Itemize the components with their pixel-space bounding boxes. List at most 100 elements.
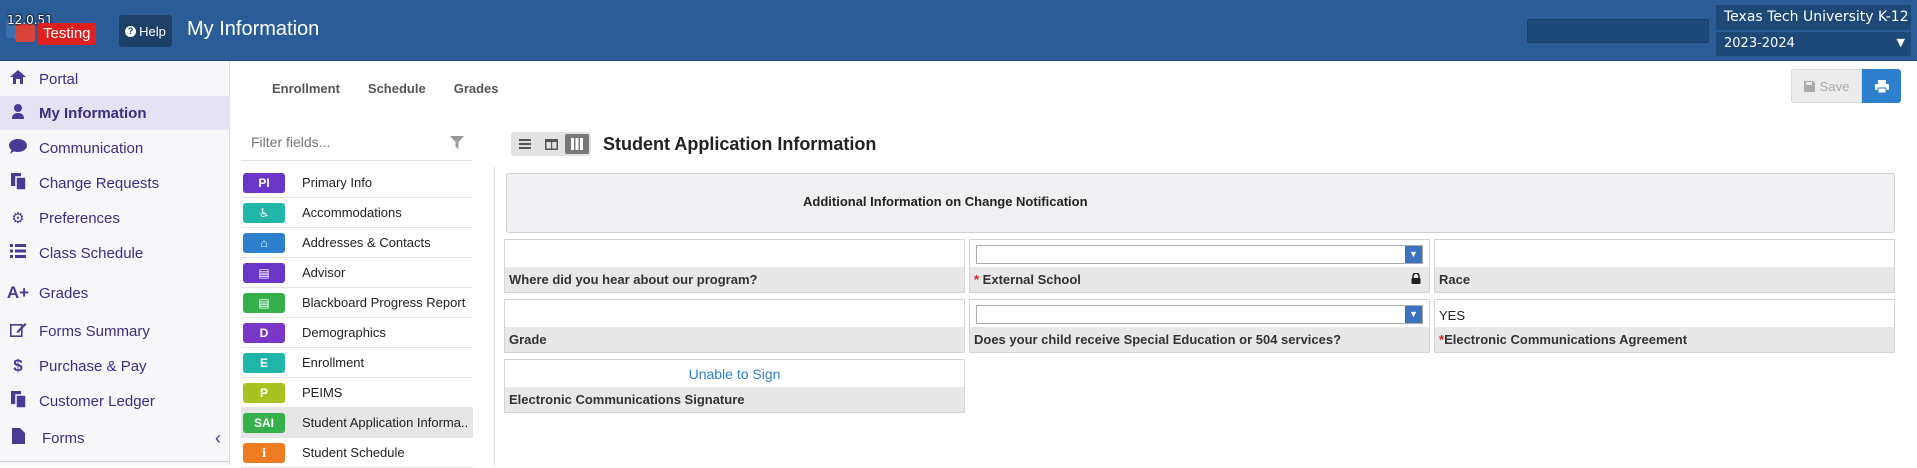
sidebar-item-customer-ledger[interactable]: Customer Ledger [0,384,230,418]
user-icon [6,103,30,123]
sidebar-item-portal[interactable]: Portal [0,62,230,96]
list-item[interactable]: PI Primary Info [241,168,473,198]
field-name: Demographics [302,325,386,340]
question-icon: ? [125,25,137,37]
school-year-value: 2023-2024 [1724,36,1795,51]
view-list-button[interactable] [513,134,537,154]
columns-icon [544,138,558,150]
floppy-icon [1803,80,1815,92]
list-item[interactable]: ▤ Blackboard Progress Report [241,288,473,318]
school-year-selector[interactable]: 2023-2024 ▼ [1716,32,1911,56]
field-name: Student Application Informa... [302,415,467,430]
sidebar-item-label: My Information [39,104,147,122]
list-alt-icon: ▤ [243,292,285,313]
list-item[interactable]: ⌂ Addresses & Contacts [241,228,473,258]
copy-icon [6,172,30,194]
comm-agreement-value[interactable]: YES [1435,300,1894,328]
filter-fields-input[interactable] [241,127,431,157]
hear-about-label: Where did you hear about our program? [505,267,964,292]
grade-value[interactable] [505,300,964,328]
external-school-field: ▼ * External School [969,239,1430,293]
external-school-select[interactable]: ▼ [976,245,1423,264]
race-field: Race [1434,239,1895,293]
sidebar-item-preferences[interactable]: ⚙ Preferences [0,201,230,235]
home-icon [6,70,30,88]
caret-down-icon: ▼ [1405,246,1422,263]
sidebar-item-forms-summary[interactable]: Forms Summary [0,314,230,348]
sidebar-item-change-requests[interactable]: Change Requests [0,166,230,200]
edit-icon [6,322,30,341]
field-name: PEIMS [302,385,343,400]
comment-icon [6,138,30,158]
sidebar-item-label: Forms Summary [39,322,150,340]
comm-agreement-label-row: *Electronic Communications Agreement [1435,327,1894,352]
list-item[interactable]: P PEIMS [241,378,473,408]
save-label: Save [1819,78,1850,94]
list-item[interactable]: ▤ Advisor [241,258,473,288]
sidebar-item-label: Preferences [39,209,120,227]
field-name: Addresses & Contacts [302,235,431,250]
grade-label: Grade [505,327,964,352]
list-item[interactable]: ℹ Student Schedule [241,438,473,468]
special-ed-field: ▼ Does your child receive Special Educat… [969,299,1430,353]
form-panel: Additional Information on Change Notific… [503,167,1902,465]
sidebar-item-label: Class Schedule [39,244,144,262]
print-icon [1874,79,1889,93]
sidebar-item-grades[interactable]: A+ Grades [0,276,230,310]
page-title: My Information [187,18,320,40]
unable-to-sign-link[interactable]: Unable to Sign [505,366,964,382]
dollar-icon: $ [13,356,23,375]
tab-grades[interactable]: Grades [454,81,499,96]
list-item[interactable]: ♿ Accommodations [241,198,473,228]
special-ed-select[interactable]: ▼ [976,305,1423,324]
field-name: Advisor [302,265,346,280]
print-button[interactable] [1862,69,1901,103]
bars-icon [519,139,531,149]
global-search-input[interactable] [1527,19,1709,43]
list-item[interactable]: D Demographics [241,318,473,348]
filter-icon[interactable] [450,136,464,150]
external-school-label-row: * External School [970,267,1429,292]
section-title: Student Application Information [603,133,877,154]
field-name: Enrollment [302,355,365,370]
field-badge: E [243,352,285,373]
chevron-left-icon[interactable]: ‹ [215,428,221,449]
list-item[interactable]: SAI Student Application Informa... [241,408,473,438]
field-badge: PI [243,172,285,193]
sidebar-divider [0,461,230,462]
race-label: Race [1435,267,1894,292]
sidebar-item-class-schedule[interactable]: Class Schedule [0,236,230,270]
tab-schedule[interactable]: Schedule [368,81,426,96]
tab-enrollment[interactable]: Enrollment [272,81,340,96]
banner-text: Additional Information on Change Notific… [803,194,1088,209]
sidebar-item-my-information[interactable]: My Information [0,96,230,130]
field-badge: P [243,382,285,403]
save-button[interactable]: Save [1791,69,1862,103]
caret-down-icon: ▼ [1405,306,1422,323]
special-ed-label: Does your child receive Special Educatio… [970,327,1429,352]
sidebar-item-communication[interactable]: Communication [0,131,230,165]
home-icon: ⌂ [243,232,285,253]
field-name: Accommodations [302,205,402,220]
sidebar-item-forms[interactable]: Forms ‹ [0,421,230,455]
list-alt-icon: ▤ [243,262,285,283]
info-banner: Additional Information on Change Notific… [506,173,1895,233]
list-icon [6,244,30,262]
organization-selector[interactable]: Texas Tech University K-12 [1716,5,1911,30]
sidebar-item-purchase-pay[interactable]: $ Purchase & Pay [0,349,230,383]
required-marker: * [974,272,983,287]
sidebar-item-label: Purchase & Pay [39,357,147,375]
sidebar-item-label: Forms [42,429,85,447]
three-columns-icon [571,138,583,150]
help-button[interactable]: ? Help [119,15,172,47]
grade-field: Grade [504,299,965,353]
field-name: Blackboard Progress Report [302,295,466,310]
lock-icon [1411,273,1421,284]
sidebar-item-label: Customer Ledger [39,392,155,410]
view-two-column-button[interactable] [539,134,563,154]
hear-about-value[interactable] [505,240,964,268]
race-value[interactable] [1435,240,1894,268]
view-three-column-button[interactable] [565,134,589,154]
list-item[interactable]: E Enrollment [241,348,473,378]
environment-badge: Testing [38,23,96,45]
